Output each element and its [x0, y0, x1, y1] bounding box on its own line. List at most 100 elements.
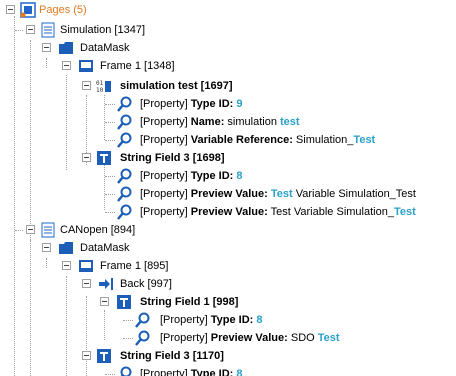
magnifier-icon — [117, 204, 132, 220]
frame-icon — [79, 260, 93, 272]
variable-icon: 01 10 — [96, 80, 111, 94]
search-match: Test — [353, 134, 376, 146]
property-row[interactable]: [Property] Variable Reference: Simulatio… — [0, 130, 456, 150]
tree-node-datamask[interactable]: DataMask — [0, 38, 456, 58]
search-match: Test — [270, 188, 293, 200]
node-label: Simulation [1347] — [60, 24, 145, 36]
magnifier-icon — [117, 168, 132, 184]
search-match: Test — [393, 206, 416, 218]
magnifier-icon — [117, 96, 132, 112]
collapse-toggle[interactable] — [42, 43, 51, 52]
collapse-toggle[interactable] — [62, 61, 71, 70]
magnifier-icon — [135, 312, 150, 328]
node-label: String Field 3 [1698] — [120, 152, 225, 164]
pages-label: Pages (5) — [39, 4, 87, 16]
collapse-toggle[interactable] — [100, 297, 109, 306]
property-prefix: [Property] — [140, 170, 191, 182]
frame-icon — [79, 60, 93, 72]
property-key: Name: — [190, 116, 225, 128]
magnifier-icon — [120, 366, 132, 376]
tree-node-simulation[interactable]: Simulation [1347] — [0, 20, 456, 40]
property-value: Simulation_ — [292, 134, 354, 146]
property-key: Type ID: — [190, 170, 234, 182]
property-row[interactable]: [Property] Preview Value: Test Variable … — [0, 184, 456, 204]
property-row[interactable]: [Property] Name: simulation test — [0, 112, 456, 132]
node-label: Frame 1 [895] — [100, 260, 169, 272]
svg-text:01: 01 — [96, 80, 104, 87]
property-key: Preview Value: — [210, 332, 288, 344]
collapse-toggle[interactable] — [82, 279, 91, 288]
node-label: DataMask — [80, 42, 130, 54]
search-match: 8 — [256, 314, 263, 326]
property-key: Preview Value: — [190, 188, 268, 200]
tree-node-frame[interactable]: Frame 1 [895] — [0, 256, 456, 276]
folder-icon — [59, 42, 73, 54]
property-value: Test Variable Simulation_ — [267, 206, 394, 218]
property-value-tail: Variable Simulation_Test — [292, 188, 416, 200]
tree-node-string-field[interactable]: String Field 1 [998] — [0, 292, 456, 312]
collapse-toggle[interactable] — [82, 351, 91, 360]
property-prefix: [Property] — [140, 134, 191, 146]
property-prefix: [Property] — [160, 332, 211, 344]
property-prefix: [Property] — [140, 188, 191, 200]
node-label: DataMask — [80, 242, 130, 254]
property-value: simulation — [224, 116, 281, 128]
search-match: 9 — [236, 98, 243, 110]
property-row[interactable]: [Property] Type ID: 8 — [0, 166, 456, 186]
node-label: Back [997] — [120, 278, 172, 290]
tree-node-pages[interactable]: Pages (5) — [0, 0, 456, 20]
property-prefix: [Property] — [140, 206, 191, 218]
node-label: Frame 1 [1348] — [100, 60, 175, 72]
property-row[interactable]: [Property] Type ID: 8 — [0, 364, 456, 376]
search-match: Test — [317, 332, 340, 344]
tree-node-frame[interactable]: Frame 1 [1348] — [0, 56, 456, 76]
tree-view[interactable]: Pages (5) Simulation [1347] DataMask Fra… — [0, 0, 456, 376]
property-prefix: [Property] — [160, 314, 211, 326]
page-icon — [41, 222, 55, 238]
text-field-icon — [97, 151, 111, 165]
property-row[interactable]: [Property] Type ID: 8 — [0, 310, 456, 330]
node-label: String Field 3 [1170] — [120, 350, 224, 362]
magnifier-icon — [117, 114, 132, 130]
property-prefix: [Property] — [140, 116, 191, 128]
collapse-toggle[interactable] — [62, 261, 71, 270]
property-row[interactable]: [Property] Preview Value: Test Variable … — [0, 202, 456, 222]
tree-node-back[interactable]: Back [997] — [0, 274, 456, 294]
page-icon — [41, 22, 55, 38]
property-key: Variable Reference: — [190, 134, 293, 146]
property-key: Type ID: — [210, 314, 254, 326]
magnifier-icon — [117, 186, 132, 202]
collapse-toggle[interactable] — [26, 225, 35, 234]
collapse-toggle[interactable] — [82, 153, 91, 162]
search-match: 8 — [236, 368, 243, 376]
property-prefix: [Property] — [140, 98, 191, 110]
property-prefix: [Property] — [140, 368, 191, 376]
collapse-toggle[interactable] — [82, 81, 91, 90]
tree-node-canopen[interactable]: CANopen [894] — [0, 220, 456, 240]
tree-node-string-field[interactable]: String Field 3 [1170] — [0, 346, 456, 366]
property-key: Type ID: — [190, 368, 234, 376]
collapse-toggle[interactable] — [26, 25, 35, 34]
svg-text:10: 10 — [96, 87, 104, 94]
search-match: test — [280, 116, 300, 128]
property-row[interactable]: [Property] Preview Value: SDO Test — [0, 328, 456, 348]
magnifier-icon — [135, 330, 150, 346]
node-label: CANopen [894] — [60, 224, 136, 236]
tree-node-simulation-test[interactable]: 01 10 simulation test [1697] — [0, 76, 456, 96]
node-label: String Field 1 [998] — [140, 296, 239, 308]
property-key: Type ID: — [190, 98, 234, 110]
property-row[interactable]: [Property] Type ID: 9 — [0, 94, 456, 114]
search-match: 8 — [236, 170, 243, 182]
magnifier-icon — [117, 132, 132, 148]
collapse-toggle[interactable] — [42, 243, 51, 252]
property-key: Preview Value: — [190, 206, 268, 218]
text-field-icon — [97, 349, 111, 363]
folder-icon — [59, 242, 73, 254]
collapse-toggle[interactable] — [6, 5, 15, 14]
node-label: simulation test [1697] — [120, 80, 233, 92]
tree-node-datamask[interactable]: DataMask — [0, 238, 456, 258]
text-field-icon — [117, 295, 131, 309]
property-value: SDO — [287, 332, 318, 344]
button-arrow-icon — [99, 278, 113, 290]
tree-node-string-field[interactable]: String Field 3 [1698] — [0, 148, 456, 168]
